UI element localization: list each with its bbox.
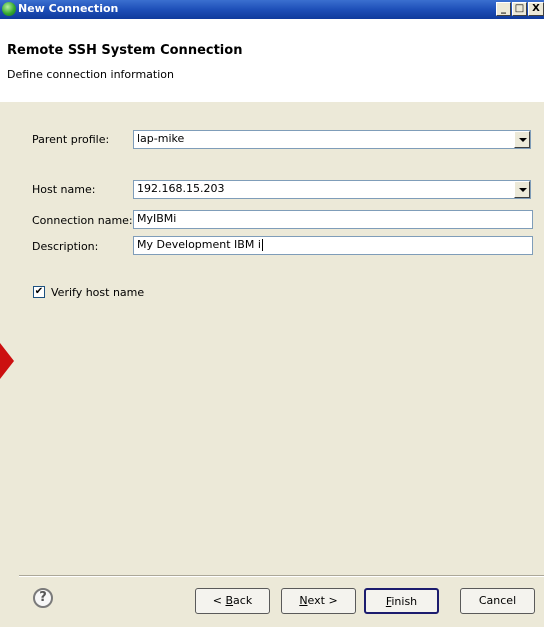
next-button[interactable]: Next >	[281, 588, 356, 614]
minimize-button[interactable]: _	[496, 2, 511, 16]
next-mnemonic: N	[299, 594, 308, 607]
title-bar[interactable]: New Connection _ □ X	[0, 0, 544, 19]
description-label: Description:	[32, 240, 99, 253]
back-button[interactable]: < Back	[195, 588, 270, 614]
connection-name-field[interactable]: MyIBMi	[133, 210, 533, 229]
verify-host-label[interactable]: Verify host name	[51, 286, 144, 299]
description-value: My Development IBM i	[137, 238, 261, 251]
cancel-button[interactable]: Cancel	[460, 588, 535, 614]
help-icon[interactable]: ?	[33, 588, 53, 608]
finish-suffix: inish	[391, 595, 418, 608]
text-cursor	[261, 239, 263, 251]
host-name-label: Host name:	[32, 183, 96, 196]
wizard-header: Remote SSH System Connection Define conn…	[0, 19, 544, 102]
parent-profile-value: lap-mike	[137, 132, 185, 145]
parent-profile-combo[interactable]: lap-mike	[133, 130, 531, 149]
host-name-value: 192.168.15.203	[137, 182, 225, 195]
close-button[interactable]: X	[528, 2, 544, 16]
new-connection-dialog: New Connection _ □ X Remote SSH System C…	[0, 0, 544, 627]
connection-name-label: Connection name:	[32, 214, 133, 227]
eclipse-app-icon	[2, 2, 16, 16]
back-mnemonic: B	[225, 594, 234, 607]
back-suffix: ack	[233, 594, 253, 607]
description-field[interactable]: My Development IBM i	[133, 236, 533, 255]
window-title: New Connection	[18, 2, 119, 15]
maximize-button[interactable]: □	[512, 2, 527, 16]
host-name-combo[interactable]: 192.168.15.203	[133, 180, 531, 199]
button-bar-separator	[19, 575, 544, 577]
page-title: Remote SSH System Connection	[7, 43, 243, 58]
chevron-down-icon[interactable]	[514, 131, 530, 148]
back-prefix: <	[212, 594, 226, 607]
next-suffix: ext >	[307, 594, 338, 607]
connection-name-value: MyIBMi	[137, 212, 177, 225]
parent-profile-label: Parent profile:	[32, 133, 110, 146]
finish-button[interactable]: Finish	[364, 588, 439, 614]
verify-host-checkbox[interactable]: ✔	[33, 286, 45, 298]
header-divider	[0, 101, 544, 102]
annotation-arrow-icon	[0, 343, 14, 379]
page-description: Define connection information	[7, 68, 174, 81]
chevron-down-icon[interactable]	[514, 181, 530, 198]
